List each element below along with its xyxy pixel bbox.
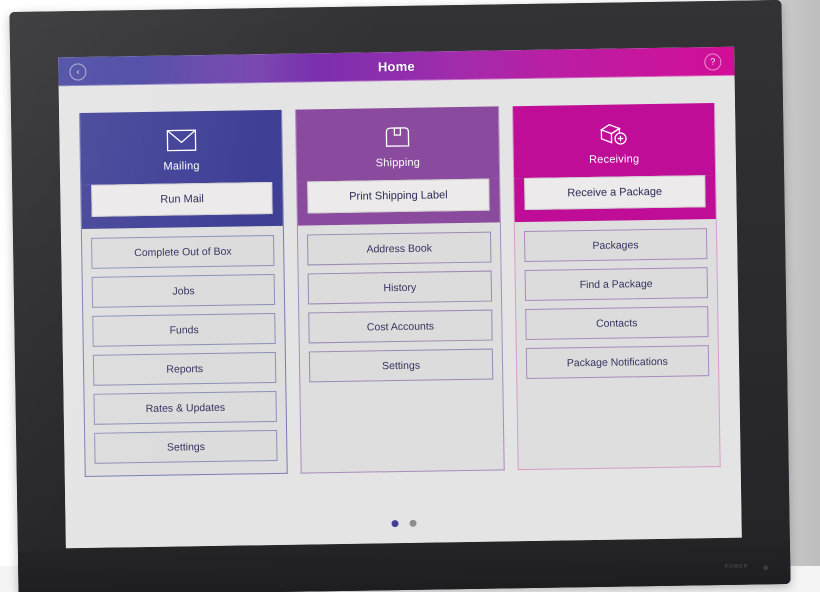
module-title-shipping: Shipping bbox=[375, 156, 421, 170]
menu-item-cost-accounts[interactable]: Cost Accounts bbox=[308, 309, 493, 344]
primary-action-wrap-receiving: Receive a Package bbox=[513, 175, 716, 223]
menu-item-rates-and-updates[interactable]: Rates & Updates bbox=[93, 390, 278, 425]
run-mail-button[interactable]: Run Mail bbox=[91, 181, 273, 217]
screenshot-root: ‹ Home ? Mailing Run Mail Complete Out o… bbox=[0, 0, 820, 592]
module-header-shipping: Shipping bbox=[296, 106, 499, 182]
page-dot-2[interactable] bbox=[408, 519, 417, 527]
module-title-mailing: Mailing bbox=[163, 160, 200, 173]
module-columns: Mailing Run Mail Complete Out of Box Job… bbox=[79, 103, 721, 477]
home-body: Mailing Run Mail Complete Out of Box Job… bbox=[58, 75, 742, 549]
receive-a-package-button[interactable]: Receive a Package bbox=[523, 175, 706, 211]
menu-item-shipping-settings[interactable]: Settings bbox=[309, 348, 493, 383]
touchscreen-device: ‹ Home ? Mailing Run Mail Complete Out o… bbox=[9, 0, 791, 592]
menu-item-mailing-settings[interactable]: Settings bbox=[94, 429, 278, 464]
menu-item-find-a-package[interactable]: Find a Package bbox=[524, 267, 709, 302]
back-icon[interactable]: ‹ bbox=[69, 62, 87, 81]
page-indicator bbox=[66, 515, 742, 533]
device-screen: ‹ Home ? Mailing Run Mail Complete Out o… bbox=[58, 46, 742, 549]
module-header-receiving: Receiving bbox=[512, 103, 716, 179]
module-card-receiving: Receiving Receive a Package Packages Fin… bbox=[511, 103, 721, 471]
envelope-icon bbox=[80, 122, 282, 159]
module-header-mailing: Mailing bbox=[80, 109, 283, 185]
menu-item-complete-out-of-box[interactable]: Complete Out of Box bbox=[91, 234, 275, 269]
menu-list-receiving: Packages Find a Package Contacts Package… bbox=[514, 219, 719, 469]
help-icon[interactable]: ? bbox=[704, 52, 722, 71]
primary-action-wrap-shipping: Print Shipping Label bbox=[297, 178, 500, 226]
menu-item-packages[interactable]: Packages bbox=[523, 228, 708, 263]
menu-item-contacts[interactable]: Contacts bbox=[524, 306, 709, 341]
menu-item-address-book[interactable]: Address Book bbox=[307, 231, 492, 266]
package-box-icon bbox=[297, 118, 499, 155]
module-card-mailing: Mailing Run Mail Complete Out of Box Job… bbox=[79, 109, 289, 477]
menu-list-shipping: Address Book History Cost Accounts Setti… bbox=[298, 222, 503, 472]
print-shipping-label-button[interactable]: Print Shipping Label bbox=[307, 178, 490, 214]
menu-list-mailing: Complete Out of Box Jobs Funds Reports R… bbox=[82, 226, 287, 476]
primary-action-wrap-mailing: Run Mail bbox=[81, 181, 284, 229]
package-add-icon bbox=[513, 115, 715, 152]
page-title: Home bbox=[377, 58, 415, 75]
page-dot-1[interactable] bbox=[390, 520, 399, 528]
module-card-shipping: Shipping Print Shipping Label Address Bo… bbox=[295, 106, 505, 474]
power-led-icon[interactable] bbox=[763, 565, 769, 571]
menu-item-history[interactable]: History bbox=[307, 270, 492, 305]
menu-item-jobs[interactable]: Jobs bbox=[91, 273, 276, 308]
module-title-receiving: Receiving bbox=[589, 153, 640, 167]
menu-item-reports[interactable]: Reports bbox=[92, 351, 277, 386]
power-label: POWER bbox=[724, 563, 749, 570]
menu-item-package-notifications[interactable]: Package Notifications bbox=[525, 345, 710, 380]
menu-item-funds[interactable]: Funds bbox=[92, 312, 277, 347]
